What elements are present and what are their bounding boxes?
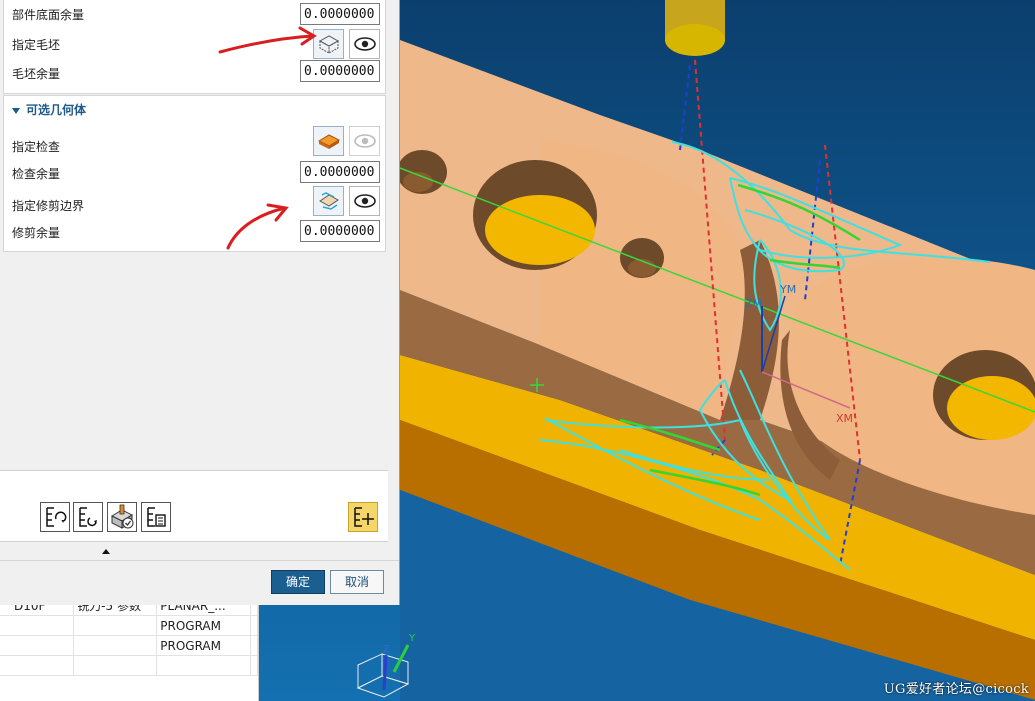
check-stock-row: 检查余量 0.0000000: [12, 160, 380, 186]
generate-toolpath-button[interactable]: [40, 502, 70, 532]
eye-disabled-icon: [353, 134, 376, 148]
replay-icon: [79, 507, 97, 527]
list-icon: [147, 507, 166, 527]
blank-stock-label: 毛坯余量: [12, 67, 61, 81]
table-row[interactable]: [0, 655, 258, 676]
dialog-footer: 确定 取消: [0, 560, 399, 605]
check-geometry-icon: [317, 134, 340, 149]
type-cell: PROGRAM: [156, 635, 251, 656]
specify-trim-row: 指定修剪边界: [12, 186, 380, 216]
ok-button[interactable]: 确定: [271, 570, 325, 594]
specify-trim-button[interactable]: [313, 186, 344, 216]
geometry-group: 部件底面余量 0.0000000 指定毛坯 毛坯余量 0.0000000: [3, 0, 386, 94]
floor-stock-row: 部件底面余量 0.0000000: [12, 1, 380, 27]
specify-blank-label: 指定毛坯: [12, 38, 61, 52]
toolpath-step-icon: [354, 507, 374, 527]
wcs-ym-label: YM: [779, 283, 796, 296]
list-toolpath-button[interactable]: [141, 502, 171, 532]
verify-toolpath-button[interactable]: [107, 502, 137, 532]
display-trim-button[interactable]: [349, 186, 380, 216]
eye-icon: [353, 194, 376, 208]
table-row[interactable]: PROGRAM: [0, 615, 258, 636]
collapse-arrow-icon[interactable]: [102, 549, 110, 554]
watermark: UG爱好者论坛@cicock: [883, 682, 1029, 697]
step-generate-button[interactable]: [348, 502, 378, 532]
cancel-button[interactable]: 取消: [330, 570, 384, 594]
blank-stock-row: 毛坯余量 0.0000000: [12, 59, 380, 85]
trim-boundary-icon: [318, 192, 339, 210]
operation-navigator[interactable]: D10F 铣刀-5 参数 PLANAR_... PROGRAM PROGRAM: [0, 596, 259, 701]
trim-stock-label: 修剪余量: [12, 226, 61, 240]
specify-blank-row: 指定毛坯: [12, 29, 380, 59]
specify-check-button[interactable]: [313, 126, 344, 156]
specify-check-row: 指定检查: [12, 126, 380, 156]
wcs-xm-label: XM: [836, 412, 853, 425]
floor-stock-input[interactable]: 0.0000000: [300, 3, 380, 25]
actions-toolbar: [0, 470, 388, 542]
floor-stock-label: 部件底面余量: [12, 8, 85, 22]
type-cell: PROGRAM: [156, 615, 251, 636]
triad-y-label: Y: [408, 633, 416, 644]
display-check-button: [349, 126, 380, 156]
planar-mill-dialog: 部件底面余量 0.0000000 指定毛坯 毛坯余量 0.0000000 可选几…: [0, 0, 400, 605]
verify-icon: [110, 504, 134, 529]
specify-blank-button[interactable]: [313, 29, 344, 59]
optional-geometry-group: 可选几何体 指定检查 检查余量 0.0000000 指定修剪边界 修剪余量 0.…: [3, 95, 386, 252]
check-stock-input[interactable]: 0.0000000: [300, 161, 380, 183]
trim-stock-input[interactable]: 0.0000000: [300, 220, 380, 242]
table-row[interactable]: PROGRAM: [0, 635, 258, 656]
blank-stock-input[interactable]: 0.0000000: [300, 60, 380, 82]
collapse-triangle-icon: [12, 107, 20, 114]
optional-geometry-title: 可选几何体: [26, 103, 87, 117]
optional-geometry-header[interactable]: 可选几何体: [12, 101, 86, 118]
wcs-zm-label: ZM: [745, 297, 762, 310]
check-stock-label: 检查余量: [12, 167, 61, 181]
specify-trim-label: 指定修剪边界: [12, 199, 85, 213]
triad-z-label: Z: [383, 644, 390, 655]
specify-check-label: 指定检查: [12, 140, 61, 154]
eye-icon: [353, 37, 376, 51]
display-blank-button[interactable]: [349, 29, 380, 59]
generate-icon: [46, 507, 67, 527]
blank-box-icon: [318, 35, 339, 54]
trim-stock-row: 修剪余量 0.0000000: [12, 219, 380, 245]
replay-toolpath-button[interactable]: [73, 502, 103, 532]
